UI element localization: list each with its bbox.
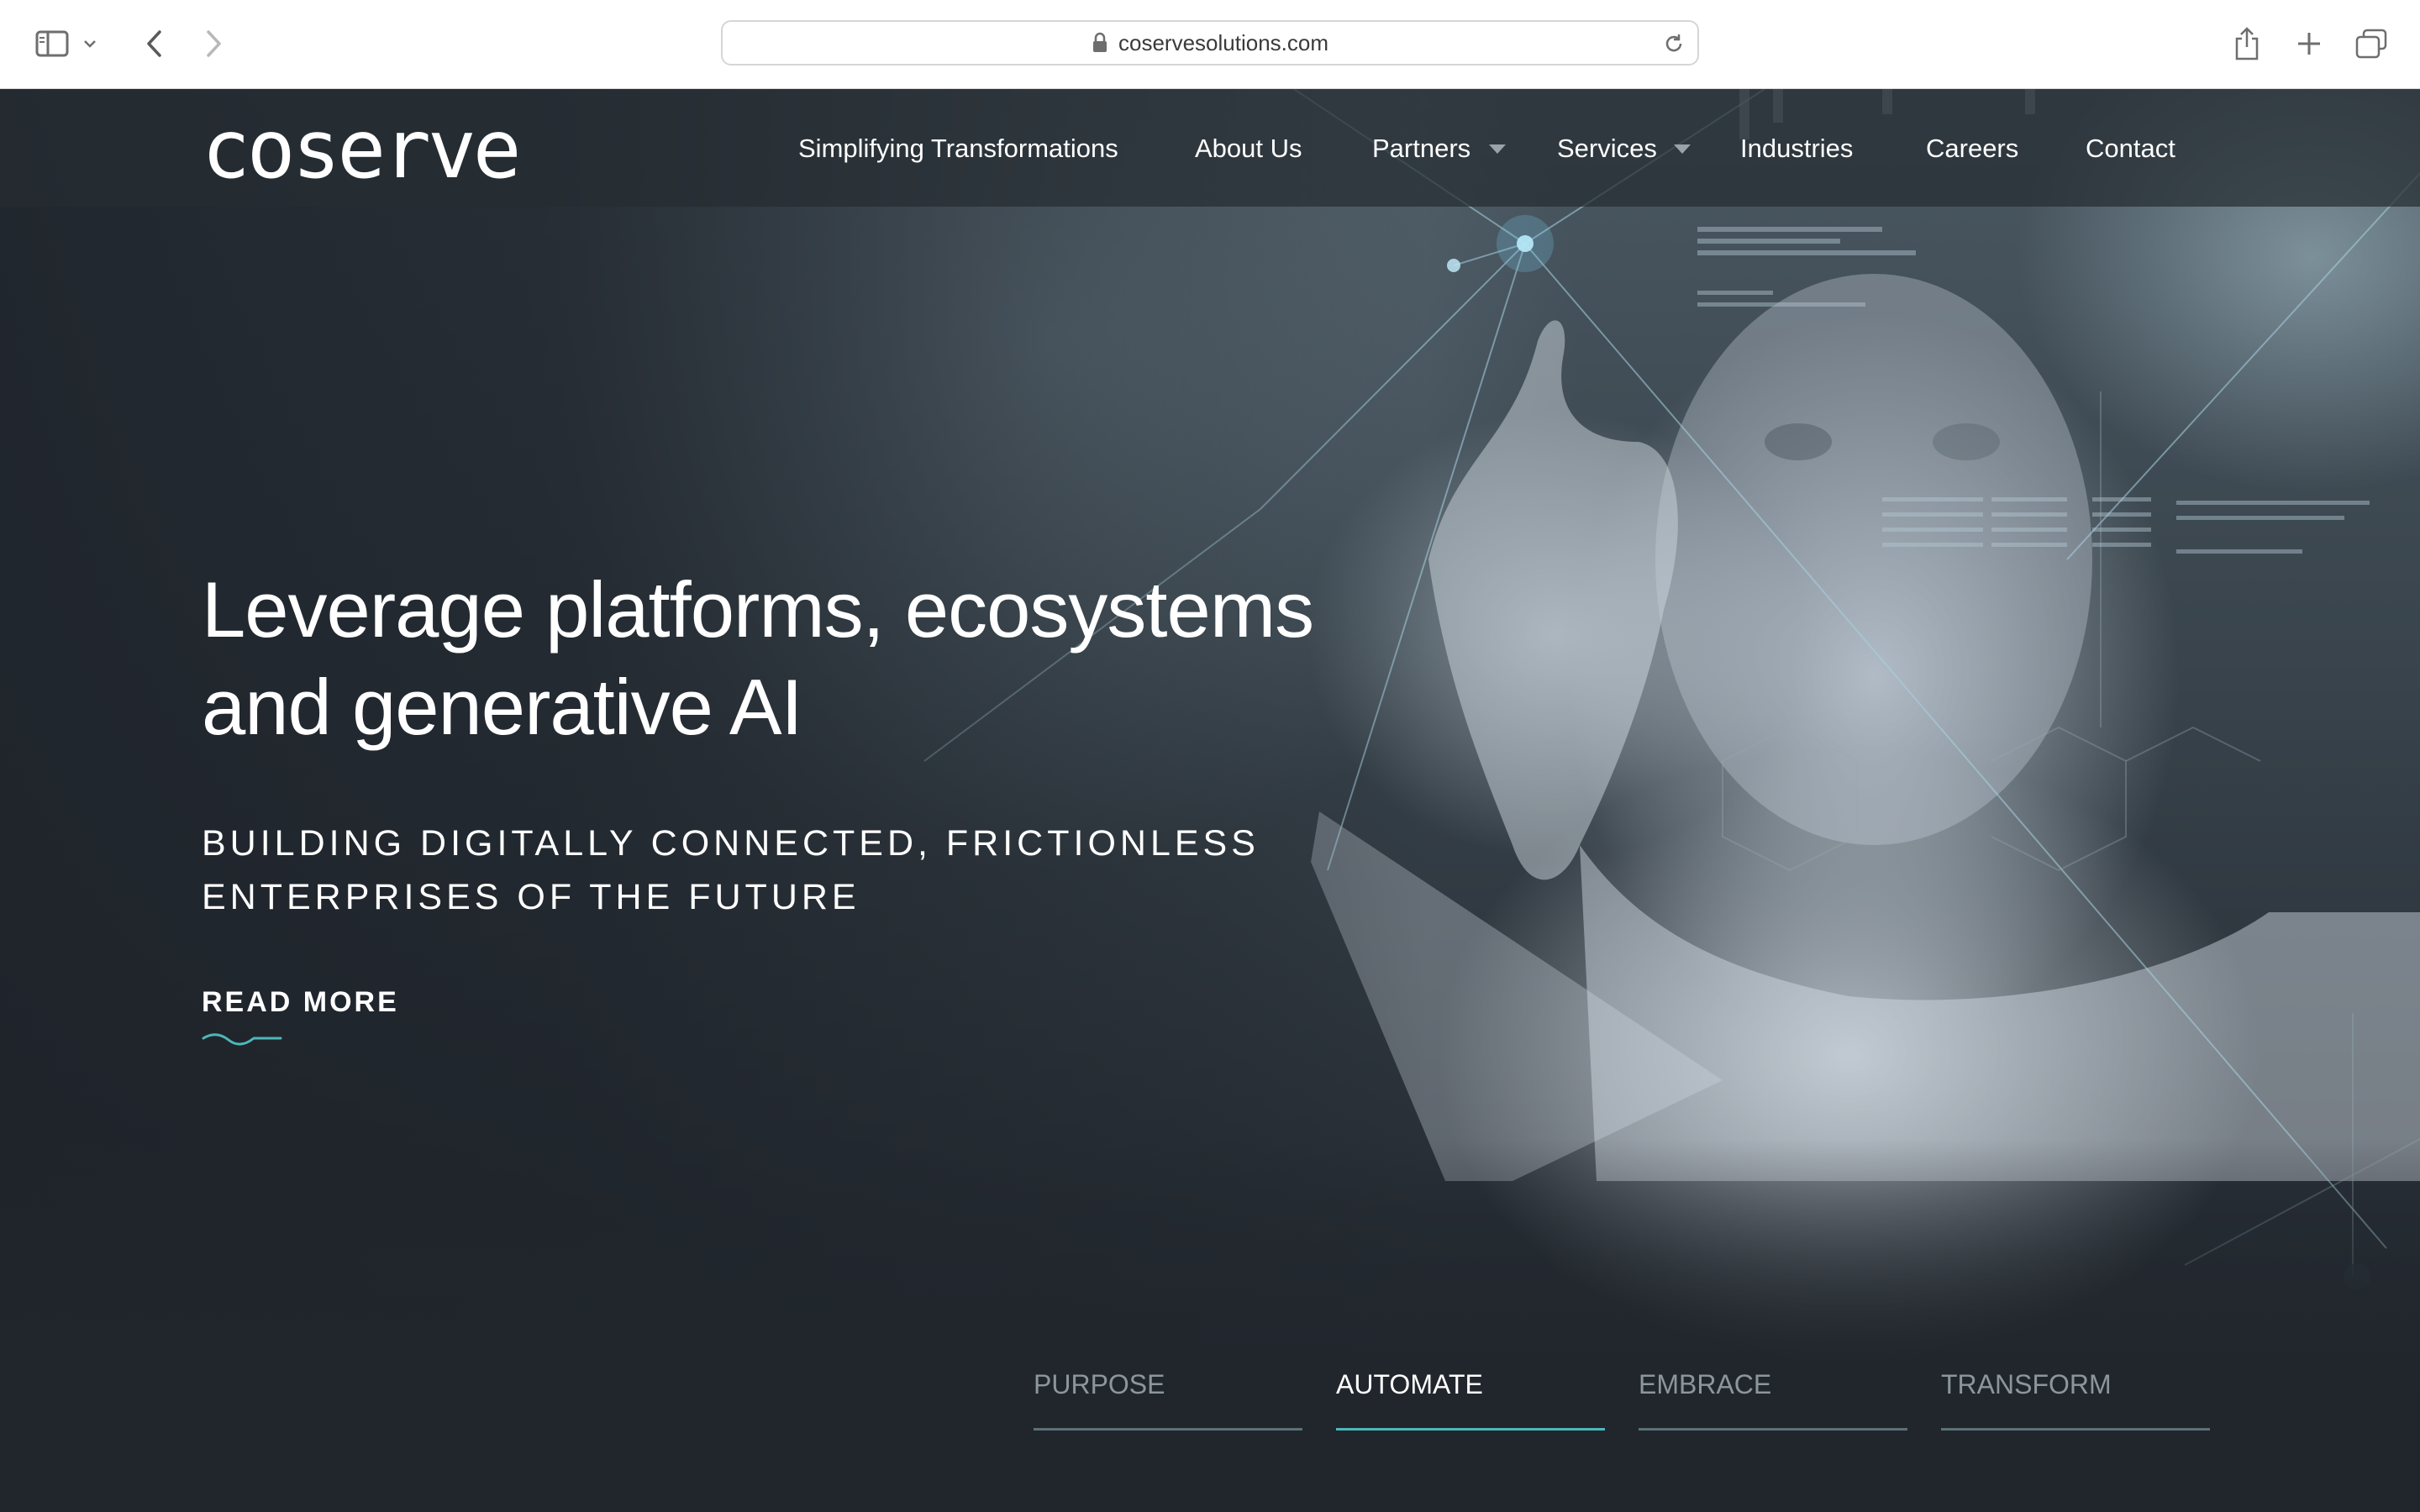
tab-purpose-underline	[1034, 1428, 1302, 1431]
tab-embrace[interactable]: EMBRACE	[1639, 1368, 1907, 1435]
partners-dropdown-caret-icon[interactable]	[1489, 144, 1506, 154]
address-bar[interactable]: coservesolutions.com	[721, 20, 1699, 66]
back-icon[interactable]	[134, 24, 175, 64]
tab-purpose[interactable]: PURPOSE	[1034, 1368, 1302, 1435]
tab-transform-label: TRANSFORM	[1941, 1369, 2112, 1399]
site-header: coserve Simplifying Transformations Abou…	[0, 89, 2420, 207]
tab-embrace-underline	[1639, 1428, 1907, 1431]
tab-transform-underline	[1941, 1428, 2210, 1431]
tab-automate[interactable]: AUTOMATE	[1336, 1368, 1605, 1435]
services-dropdown-caret-icon[interactable]	[1674, 144, 1691, 154]
nav-contact[interactable]: Contact	[2086, 128, 2175, 170]
chevron-down-icon[interactable]	[77, 24, 103, 64]
hero-headline-line-1: Leverage platforms, ecosystems	[202, 565, 1314, 654]
browser-toolbar: coservesolutions.com	[0, 0, 2420, 89]
nav-partners[interactable]: Partners	[1372, 128, 1470, 170]
hero-headline-line-2: and generative AI	[202, 663, 803, 751]
nav-simplifying-transformations[interactable]: Simplifying Transformations	[798, 128, 1118, 170]
coserve-logo[interactable]: coserve	[202, 108, 522, 192]
nav-services[interactable]: Services	[1557, 128, 1657, 170]
hero-subheading: BUILDING DIGITALLY CONNECTED, FRICTIONLE…	[202, 816, 1378, 924]
hero-section	[0, 89, 2420, 1512]
reload-icon[interactable]	[1662, 32, 1686, 61]
tab-embrace-label: EMBRACE	[1639, 1369, 1772, 1399]
hero-subheading-line-2: ENTERPRISES OF THE FUTURE	[202, 877, 860, 917]
nav-industries[interactable]: Industries	[1740, 128, 1853, 170]
tab-transform[interactable]: TRANSFORM	[1941, 1368, 2210, 1435]
read-more-link[interactable]: READ MORE	[202, 986, 399, 1019]
tab-purpose-label: PURPOSE	[1034, 1369, 1165, 1399]
forward-icon[interactable]	[193, 24, 234, 64]
lock-icon	[1092, 32, 1108, 54]
share-icon[interactable]	[2227, 24, 2267, 64]
nav-about-us[interactable]: About Us	[1195, 128, 1302, 170]
tab-automate-label: AUTOMATE	[1336, 1369, 1483, 1399]
hero-subheading-line-1: BUILDING DIGITALLY CONNECTED, FRICTIONLE…	[202, 823, 1260, 864]
tabs-overview-icon[interactable]	[2351, 24, 2391, 64]
tab-automate-underline	[1336, 1428, 1605, 1431]
hero-headline: Leverage platforms, ecosystems and gener…	[202, 561, 1378, 756]
sidebar-icon[interactable]	[32, 24, 72, 64]
nav-careers[interactable]: Careers	[1926, 128, 2018, 170]
hero-bottom-fade	[0, 1139, 2420, 1512]
squiggle-underline-icon	[202, 1033, 282, 1046]
new-tab-icon[interactable]	[2289, 24, 2329, 64]
url-text: coservesolutions.com	[1118, 29, 1328, 55]
